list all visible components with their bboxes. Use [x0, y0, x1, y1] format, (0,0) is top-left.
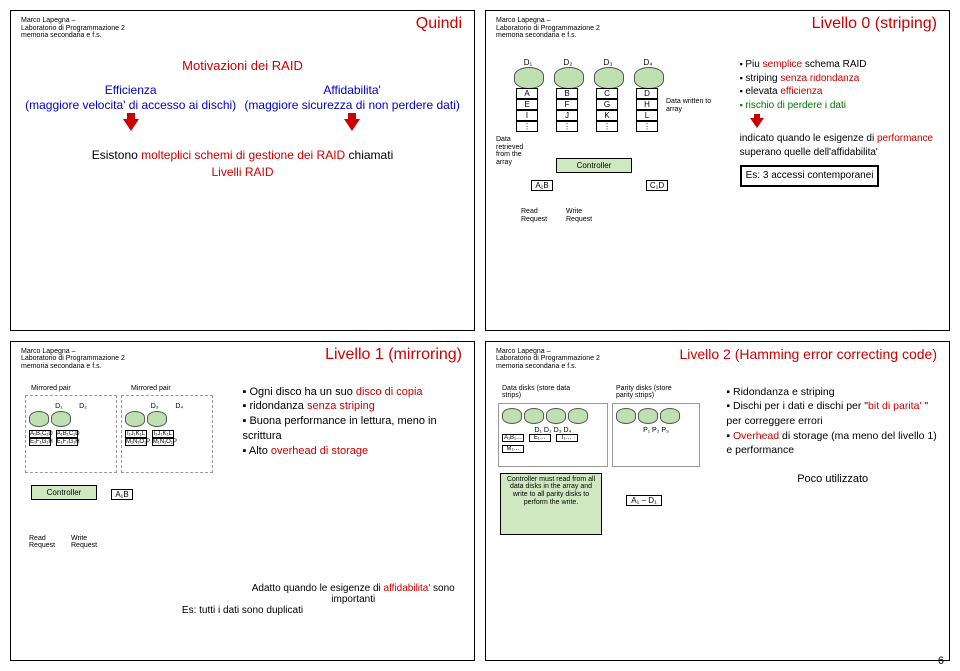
disk-icon	[147, 411, 167, 427]
motivazioni-heading: Motivazioni dei RAID	[21, 58, 464, 73]
two-columns: Efficienza (maggiore velocita' di access…	[21, 83, 464, 131]
slide-livello0: Marco Lapegna – Laboratorio di Programma…	[485, 10, 950, 331]
slide-quindi: Marco Lapegna – Laboratorio di Programma…	[10, 10, 475, 331]
bullet: rischio di perdere i dati	[740, 99, 939, 113]
indicato-text: indicato quando le esigenze di performan…	[740, 132, 939, 159]
data-retrieved-label: Data retrieved from the array	[496, 136, 536, 167]
slide-livello2: Marco Lapegna – Laboratorio di Programma…	[485, 341, 950, 662]
poco-utilizzato: Poco utilizzato	[726, 472, 939, 487]
controller-box: Controller	[556, 158, 632, 173]
disk-icon	[638, 408, 658, 424]
bullet: Ridondanza e striping	[726, 385, 939, 400]
bullet: Overhead di storage (ma meno del livello…	[726, 429, 939, 458]
bullet: striping senza ridondanza	[740, 72, 939, 86]
bullet: elevata efficienza	[740, 85, 939, 99]
livelli-raid: Livelli RAID	[211, 165, 273, 179]
arrow-down-icon	[123, 119, 139, 131]
author: Marco Lapegna –	[21, 17, 464, 25]
lab: Laboratorio di Programmazione 2	[21, 25, 464, 33]
controller-box: Controller	[31, 485, 97, 500]
raid2-diagram: Data disks (store data strips) Parity di…	[496, 385, 726, 575]
disk-icon	[29, 411, 49, 427]
arrow-down-icon	[344, 119, 360, 131]
arrow-down-icon	[750, 118, 764, 128]
bullet: Dischi per i dati e dischi per "bit di p…	[726, 399, 939, 428]
raid1-diagram: Mirrored pair Mirrored pair D₁ D₂ A₁B₁C₁…	[21, 385, 243, 575]
slide-title: Livello 2 (Hamming error correcting code…	[679, 346, 937, 362]
disk-icon	[660, 408, 680, 424]
slide-title: Livello 0 (striping)	[812, 15, 937, 33]
efficienza-title: Efficienza	[25, 83, 236, 98]
mem: memoria secondaria e f.s.	[21, 32, 464, 40]
slide-header: Marco Lapegna – Laboratorio di Programma…	[21, 17, 464, 40]
slide-title: Quindi	[416, 15, 462, 33]
page-number: 6	[938, 655, 944, 667]
bullet: Ogni disco ha un suo disco di copia	[243, 385, 465, 400]
disk-icon	[51, 411, 71, 427]
disk-icon	[554, 67, 584, 89]
example-text: Es: tutti i dati sono duplicati	[21, 605, 464, 616]
slide-title: Livello 1 (mirroring)	[325, 346, 462, 364]
data-written-label: Data written to array	[666, 98, 716, 113]
col-efficienza: Efficienza (maggiore velocita' di access…	[25, 83, 236, 131]
slide-livello1: Marco Lapegna – Laboratorio di Programma…	[10, 341, 475, 662]
raid0-text: Piu semplice schema RAID striping senza …	[740, 58, 939, 238]
adatto-text: Adatto quando le esigenze di affidabilit…	[243, 583, 465, 605]
raid1-text: Ogni disco ha un suo disco di copia rido…	[243, 385, 465, 575]
efficienza-desc: (maggiore velocita' di accesso ai dischi…	[25, 98, 236, 113]
affidabilita-desc: (maggiore sicurezza di non perdere dati)	[244, 98, 459, 113]
bottom-text: Esistono molteplici schemi di gestione d…	[21, 147, 464, 181]
col-affidabilita: Affidabilita' (maggiore sicurezza di non…	[244, 83, 459, 131]
disk-icon	[616, 408, 636, 424]
raid0-diagram: D₁ D₂ D₃ D₄ A E I ⋮ B F J ⋮ C G K ⋮	[496, 58, 740, 238]
bullet: Alto overhead di storage	[243, 444, 465, 459]
affidabilita-title: Affidabilita'	[244, 83, 459, 98]
controller-text-box: Controller must read from all data disks…	[500, 473, 602, 535]
disk-icon	[568, 408, 588, 424]
disk-icon	[125, 411, 145, 427]
bullet: ridondanza senza striping	[243, 399, 465, 414]
disk-icon	[514, 67, 544, 89]
disk-icon	[524, 408, 544, 424]
bullet: Buona performance in lettura, meno in sc…	[243, 414, 465, 444]
disk-icon	[594, 67, 624, 89]
disk-icon	[546, 408, 566, 424]
example-box: Es: 3 accessi contemporanei	[740, 165, 880, 187]
bullet: Piu semplice schema RAID	[740, 58, 939, 72]
disk-icon	[634, 67, 664, 89]
raid2-text: Ridondanza e striping Dischi per i dati …	[726, 385, 939, 575]
disk-icon	[502, 408, 522, 424]
